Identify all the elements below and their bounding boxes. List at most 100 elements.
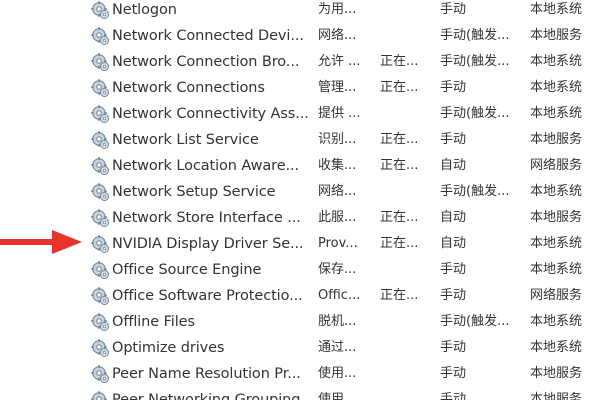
service-logon-as: 本地系统 bbox=[530, 314, 583, 329]
service-row[interactable]: Network Connected Devi... 网络... 手动(触发... 本地… bbox=[0, 23, 600, 49]
service-description: 识别... bbox=[318, 132, 357, 147]
service-logon-as: 本地系统 bbox=[530, 262, 583, 277]
service-row[interactable]: Netlogon 为用... 手动 本地系统 bbox=[0, 0, 600, 23]
service-startup-type: 自动 bbox=[440, 158, 467, 173]
service-startup-type: 手动 bbox=[440, 366, 467, 381]
service-row[interactable]: Network Connectivity Ass... 提供 ... 手动(触发..… bbox=[0, 101, 600, 127]
service-description: 保存... bbox=[318, 262, 357, 277]
service-name: Network Setup Service bbox=[112, 184, 276, 200]
service-status: 正在... bbox=[380, 80, 419, 95]
gear-service-icon bbox=[91, 53, 110, 72]
service-description: Prov... bbox=[318, 236, 358, 251]
gear-service-icon bbox=[91, 339, 110, 358]
service-name: Network Location Aware... bbox=[112, 158, 300, 174]
service-logon-as: 网络服务 bbox=[530, 288, 583, 303]
service-startup-type: 手动 bbox=[440, 132, 467, 147]
service-name: Network Connection Bro... bbox=[112, 54, 300, 70]
service-startup-type: 手动(触发... bbox=[440, 184, 510, 199]
service-status: 正在... bbox=[380, 288, 419, 303]
service-row[interactable]: Peer Name Resolution Pr... 使用... 手动 本地服务 bbox=[0, 361, 600, 387]
gear-service-icon bbox=[91, 105, 110, 124]
service-logon-as: 本地系统 bbox=[530, 106, 583, 121]
service-name: Network Connectivity Ass... bbox=[112, 106, 308, 122]
service-name: Peer Name Resolution Pr... bbox=[112, 366, 301, 382]
service-row[interactable]: Network Connection Bro... 允许 ... 正在... 手动(触… bbox=[0, 49, 600, 75]
service-status: 正在... bbox=[380, 236, 419, 251]
gear-service-icon bbox=[91, 287, 110, 306]
service-description: 通过... bbox=[318, 340, 357, 355]
service-status: 正在... bbox=[380, 132, 419, 147]
service-row[interactable]: Office Software Protectio... Offic... 正在..… bbox=[0, 283, 600, 309]
gear-service-icon bbox=[91, 209, 110, 228]
gear-service-icon bbox=[91, 131, 110, 150]
service-name: Office Source Engine bbox=[112, 262, 262, 278]
service-description: 此服... bbox=[318, 210, 357, 225]
service-description: 收集... bbox=[318, 158, 357, 173]
service-startup-type: 自动 bbox=[440, 210, 467, 225]
service-logon-as: 网络服务 bbox=[530, 158, 583, 173]
service-name: NVIDIA Display Driver Se... bbox=[112, 236, 304, 252]
service-name: Network Store Interface ... bbox=[112, 210, 301, 226]
service-startup-type: 手动 bbox=[440, 2, 467, 17]
service-logon-as: 本地服务 bbox=[530, 28, 583, 43]
gear-service-icon bbox=[91, 391, 110, 400]
gear-service-icon bbox=[91, 27, 110, 46]
service-logon-as: 本地系统 bbox=[530, 184, 583, 199]
service-description: 使用... bbox=[318, 392, 357, 400]
red-arrow-icon bbox=[0, 230, 82, 254]
service-startup-type: 手动(触发... bbox=[440, 54, 510, 69]
service-logon-as: 本地系统 bbox=[530, 340, 583, 355]
service-logon-as: 本地服务 bbox=[530, 132, 583, 147]
service-status: 正在... bbox=[380, 158, 419, 173]
service-logon-as: 本地系统 bbox=[530, 80, 583, 95]
service-row[interactable]: Network Setup Service 网络... 手动(触发... 本地系统 bbox=[0, 179, 600, 205]
service-logon-as: 本地系统 bbox=[530, 2, 583, 17]
service-name: Office Software Protectio... bbox=[112, 288, 303, 304]
service-description: Offic... bbox=[318, 288, 361, 303]
service-startup-type: 手动 bbox=[440, 288, 467, 303]
service-description: 脱机... bbox=[318, 314, 357, 329]
gear-service-icon bbox=[91, 157, 110, 176]
service-logon-as: 本地系统 bbox=[530, 236, 583, 251]
service-name: Peer Networking Grouping bbox=[112, 392, 301, 400]
service-startup-type: 手动 bbox=[440, 80, 467, 95]
service-name: Offline Files bbox=[112, 314, 195, 330]
service-row[interactable]: Office Source Engine 保存... 手动 本地系统 bbox=[0, 257, 600, 283]
service-row[interactable]: Offline Files 脱机... 手动(触发... 本地系统 bbox=[0, 309, 600, 335]
service-logon-as: 本地服务 bbox=[530, 366, 583, 381]
gear-service-icon bbox=[91, 261, 110, 280]
service-startup-type: 手动(触发... bbox=[440, 314, 510, 329]
gear-service-icon bbox=[91, 183, 110, 202]
service-description: 允许 ... bbox=[318, 54, 361, 69]
service-startup-type: 自动 bbox=[440, 236, 467, 251]
gear-service-icon bbox=[91, 79, 110, 98]
service-row[interactable]: Network Store Interface ... 此服... 正在... 自动 本… bbox=[0, 205, 600, 231]
service-row[interactable]: Optimize drives 通过... 手动 本地系统 bbox=[0, 335, 600, 361]
gear-service-icon bbox=[91, 313, 110, 332]
service-startup-type: 手动 bbox=[440, 392, 467, 400]
services-list: Netlogon 为用... 手动 本地系统 Network Connected Dev… bbox=[0, 0, 600, 400]
service-name: Optimize drives bbox=[112, 340, 225, 356]
service-row[interactable]: NVIDIA Display Driver Se... Prov... 正在... 自… bbox=[0, 231, 600, 257]
service-startup-type: 手动(触发... bbox=[440, 28, 510, 43]
service-name: Netlogon bbox=[112, 2, 177, 18]
gear-service-icon bbox=[91, 235, 110, 254]
service-name: Network List Service bbox=[112, 132, 259, 148]
service-startup-type: 手动 bbox=[440, 340, 467, 355]
service-logon-as: 本地服务 bbox=[530, 210, 583, 225]
service-row[interactable]: Network Connections 管理... 正在... 手动 本地系统 bbox=[0, 75, 600, 101]
gear-service-icon bbox=[91, 365, 110, 384]
service-status: 正在... bbox=[380, 210, 419, 225]
service-startup-type: 手动(触发... bbox=[440, 106, 510, 121]
service-row[interactable]: Network Location Aware... 收集... 正在... 自动 网络服… bbox=[0, 153, 600, 179]
gear-service-icon bbox=[91, 1, 110, 20]
service-logon-as: 本地服务 bbox=[530, 392, 583, 400]
service-description: 使用... bbox=[318, 366, 357, 381]
service-name: Network Connected Devi... bbox=[112, 28, 304, 44]
service-description: 网络... bbox=[318, 28, 357, 43]
service-row[interactable]: Peer Networking Grouping 使用... 手动 本地服务 bbox=[0, 387, 600, 400]
service-description: 网络... bbox=[318, 184, 357, 199]
service-description: 管理... bbox=[318, 80, 357, 95]
service-description: 提供 ... bbox=[318, 106, 361, 121]
service-row[interactable]: Network List Service 识别... 正在... 手动 本地服务 bbox=[0, 127, 600, 153]
